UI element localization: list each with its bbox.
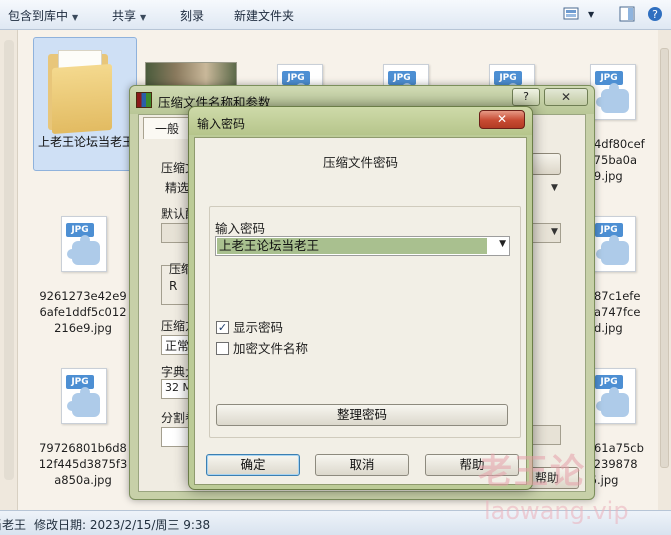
cancel-button[interactable]: 取消 bbox=[315, 454, 409, 476]
help-icon[interactable]: ? bbox=[647, 6, 663, 22]
format-rar-radio[interactable]: R bbox=[169, 279, 177, 293]
password-dialog-titlebar[interactable]: 输入密码 ✕ bbox=[189, 107, 532, 135]
scrollbar-thumb[interactable] bbox=[660, 48, 669, 468]
burn-button[interactable]: 刻录 bbox=[180, 7, 204, 24]
split-volume-unit-select[interactable] bbox=[531, 425, 561, 445]
password-dialog-body: 压缩文件密码 输入密码 上老王论坛当老王 ▼ ✓ 显示密码 加密文件名称 整理密… bbox=[194, 137, 527, 485]
archive-help-title-button[interactable]: ? bbox=[512, 88, 540, 106]
chevron-down-icon[interactable]: ▼ bbox=[551, 183, 558, 193]
watermark-logo: 老王论 bbox=[478, 452, 586, 492]
chevron-down-icon: ▼ bbox=[72, 13, 79, 22]
password-value: 上老王论坛当老王 bbox=[219, 238, 320, 253]
compression-method-value: 正常 bbox=[165, 339, 190, 353]
show-password-checkbox[interactable]: ✓ bbox=[216, 321, 229, 334]
password-input[interactable]: 上老王论坛当老王 ▼ bbox=[215, 236, 510, 256]
close-button[interactable]: ✕ bbox=[479, 110, 525, 129]
view-dropdown-icon[interactable]: ▼ bbox=[588, 10, 594, 19]
tab-general[interactable]: 一般 bbox=[143, 117, 191, 139]
jpg-file-icon: JPG bbox=[590, 64, 636, 120]
navigation-pane-edge bbox=[0, 30, 18, 510]
watermark-url: laowang.vip bbox=[484, 497, 629, 525]
chevron-down-icon: ▼ bbox=[551, 227, 558, 237]
preview-pane-icon[interactable] bbox=[619, 6, 635, 22]
jpg-file-icon: JPG bbox=[61, 216, 107, 272]
include-library-label: 包含到库中 bbox=[8, 9, 69, 23]
status-modified-date: 修改日期: 2023/2/15/周三 9:38 bbox=[34, 518, 211, 532]
password-dialog-title: 输入密码 bbox=[197, 117, 246, 131]
folder-item-selected[interactable]: 上老王论坛当老王 bbox=[33, 37, 137, 171]
split-volume-input[interactable] bbox=[161, 427, 191, 447]
jpg-file-icon: JPG bbox=[590, 216, 636, 272]
archive-select-label: 精选 bbox=[165, 181, 190, 195]
show-password-label: 显示密码 bbox=[233, 320, 284, 335]
winrar-logo-icon bbox=[136, 92, 152, 108]
browse-button[interactable] bbox=[531, 153, 561, 175]
password-dialog: 输入密码 ✕ 压缩文件密码 输入密码 上老王论坛当老王 ▼ ✓ 显示密码 加密文… bbox=[188, 106, 533, 490]
password-heading: 压缩文件密码 bbox=[322, 155, 398, 170]
share-button[interactable]: 共享 ▼ bbox=[112, 7, 146, 24]
include-library-button[interactable]: 包含到库中 ▼ bbox=[8, 7, 78, 24]
encrypt-names-label: 加密文件名称 bbox=[233, 341, 309, 356]
chevron-down-icon: ▼ bbox=[140, 13, 147, 22]
status-item-name: 当老王 bbox=[0, 518, 27, 532]
chevron-down-icon[interactable]: ▼ bbox=[499, 239, 506, 249]
archive-close-button[interactable]: ✕ bbox=[544, 88, 588, 106]
new-folder-button[interactable]: 新建文件夹 bbox=[234, 7, 294, 24]
vertical-scrollbar[interactable] bbox=[658, 30, 671, 510]
organize-passwords-button[interactable]: 整理密码 bbox=[216, 404, 508, 426]
folder-name: 上老王论坛当老王 bbox=[37, 135, 134, 149]
share-label: 共享 bbox=[112, 9, 137, 23]
view-options-icon[interactable] bbox=[563, 6, 579, 22]
encrypt-names-checkbox[interactable] bbox=[216, 342, 229, 355]
jpg-file-icon: JPG bbox=[590, 368, 636, 424]
jpg-file-icon: JPG bbox=[61, 368, 107, 424]
file-name: 9261273e42e9 6afe1ddf5c012 216e9.jpg bbox=[39, 289, 127, 335]
nav-scrollbar[interactable] bbox=[4, 40, 14, 480]
password-field-label: 输入密码 bbox=[215, 221, 266, 236]
file-name: 79726801b6d8 12f445d3875f3 a850a.jpg bbox=[38, 441, 128, 487]
profiles-button[interactable] bbox=[161, 223, 191, 243]
explorer-toolbar: 包含到库中 ▼ 共享 ▼ 刻录 新建文件夹 ▼ ? bbox=[0, 0, 671, 30]
svg-text:?: ? bbox=[652, 8, 658, 21]
ok-button[interactable]: 确定 bbox=[206, 454, 300, 476]
folder-icon bbox=[44, 44, 116, 135]
